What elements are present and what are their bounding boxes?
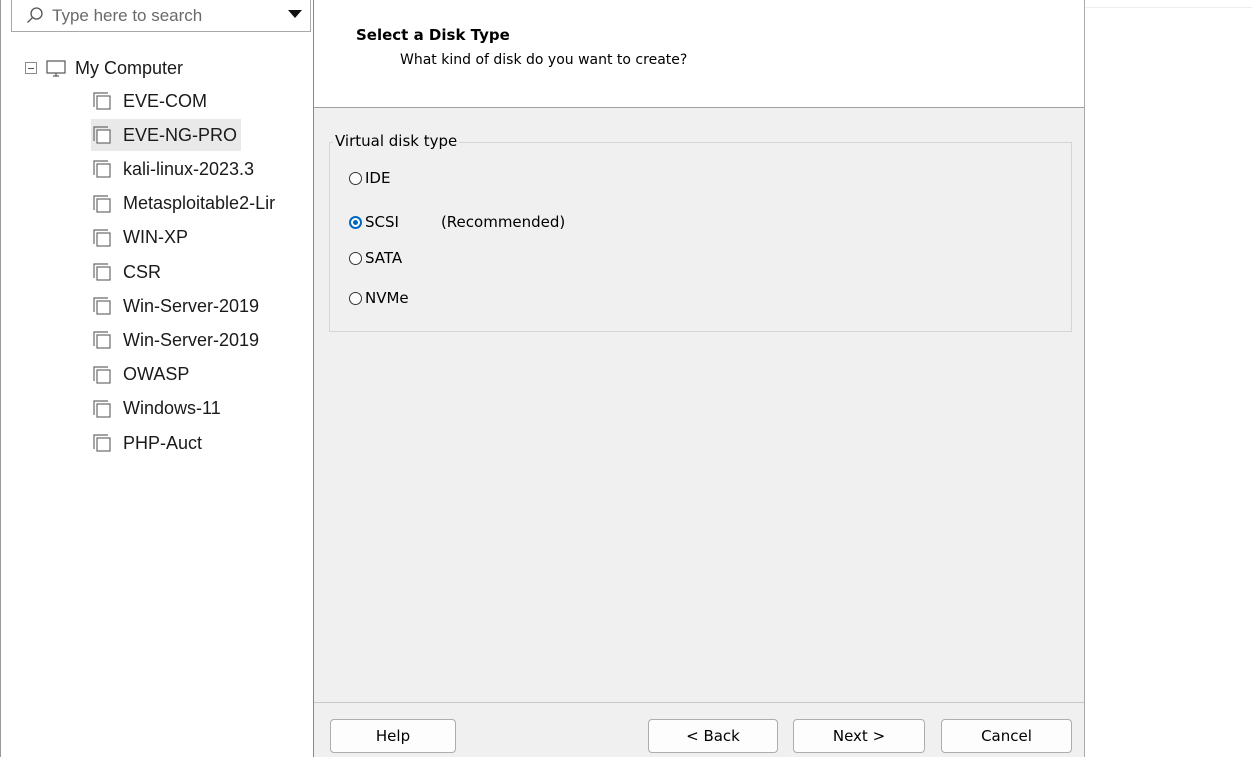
disk-type-group-label: Virtual disk type: [333, 132, 460, 150]
computer-icon: [45, 58, 67, 78]
nvme-radio-button[interactable]: [349, 291, 362, 305]
vm-item-label: CSR: [123, 261, 162, 282]
vm-item-label: Win-Server-2019: [123, 329, 260, 350]
radio-label: NVMe: [365, 289, 409, 307]
workspace-top-rule: [1085, 7, 1252, 8]
sata-radio-button[interactable]: [349, 251, 362, 265]
wizard-header: Select a Disk Type What kind of disk do …: [314, 0, 1084, 108]
vm-item[interactable]: WIN-XP: [91, 222, 192, 254]
vm-item-label: Windows-11: [123, 398, 221, 419]
library-panel: My Computer EVE-COM EVE-NG-PRO kali-linux-…: [0, 0, 313, 757]
recommended-note: (Recommended): [440, 213, 566, 231]
radio-option-ide[interactable]: IDE: [349, 169, 390, 187]
back-button[interactable]: < Back: [648, 719, 778, 753]
virtual-machine-icon: [91, 432, 113, 454]
footer-divider: [314, 702, 1084, 703]
radio-option-nvme[interactable]: NVMe: [349, 289, 409, 307]
library-search-box[interactable]: [11, 0, 311, 32]
vm-item-label: PHP-Auct: [123, 432, 203, 453]
vm-item[interactable]: PHP-Auct: [91, 427, 206, 459]
tree-root-label: My Computer: [75, 57, 184, 78]
cancel-button[interactable]: Cancel: [941, 719, 1072, 753]
virtual-machine-icon: [91, 295, 113, 317]
search-icon: [20, 1, 50, 31]
vm-item-label: WIN-XP: [123, 227, 188, 248]
vm-item-label: kali-linux-2023.3: [123, 158, 255, 179]
vm-item-label: EVE-NG-PRO: [123, 124, 238, 145]
virtual-machine-icon: [91, 227, 113, 249]
virtual-machine-icon: [91, 124, 113, 146]
radio-label: IDE: [365, 169, 391, 187]
ide-radio-button[interactable]: [349, 171, 362, 185]
vm-item[interactable]: Win-Server-2019: [91, 324, 263, 356]
search-dropdown-arrow-icon[interactable]: [286, 5, 304, 23]
vm-item[interactable]: Win-Server-2019: [91, 290, 263, 322]
vm-item-label: EVE-COM: [123, 90, 208, 111]
virtual-machine-icon: [91, 193, 113, 215]
vm-item[interactable]: Metasploitable2-Lir: [91, 188, 279, 220]
virtual-machine-icon: [91, 398, 113, 420]
virtual-machine-icon: [91, 158, 113, 180]
help-button[interactable]: Help: [330, 719, 456, 753]
vm-item-label: OWASP: [123, 364, 190, 385]
new-vm-wizard-dialog: Select a Disk Type What kind of disk do …: [313, 0, 1085, 757]
workspace-area: [1085, 0, 1252, 757]
scsi-radio-button[interactable]: [349, 215, 362, 229]
vm-item[interactable]: EVE-COM: [91, 85, 211, 117]
radio-label: SATA: [365, 249, 403, 267]
collapse-icon[interactable]: [25, 62, 37, 74]
next-button[interactable]: Next >: [793, 719, 925, 753]
tree-root-my-computer[interactable]: My Computer: [25, 52, 183, 84]
vm-item[interactable]: Windows-11: [91, 393, 225, 425]
wizard-subtitle: What kind of disk do you want to create?: [400, 52, 688, 68]
vm-item[interactable]: EVE-NG-PRO: [91, 119, 242, 152]
vm-item-label: Metasploitable2-Lir: [123, 193, 276, 214]
vm-item-label: Win-Server-2019: [123, 295, 260, 316]
virtual-machine-icon: [91, 364, 113, 386]
radio-option-scsi[interactable]: SCSI (Recommended): [349, 213, 565, 231]
search-input[interactable]: [50, 5, 237, 26]
vm-item[interactable]: kali-linux-2023.3: [91, 153, 258, 185]
virtual-machine-icon: [91, 90, 113, 112]
virtual-machine-icon: [91, 261, 113, 283]
radio-label: SCSI: [365, 213, 399, 231]
radio-option-sata[interactable]: SATA: [349, 249, 402, 267]
vm-item[interactable]: OWASP: [91, 359, 193, 391]
virtual-machine-icon: [91, 329, 113, 351]
disk-type-groupbox: Virtual disk type IDE SCSI (Recommended)…: [329, 132, 1072, 332]
wizard-title: Select a Disk Type: [356, 26, 510, 44]
vm-item[interactable]: CSR: [91, 256, 165, 288]
